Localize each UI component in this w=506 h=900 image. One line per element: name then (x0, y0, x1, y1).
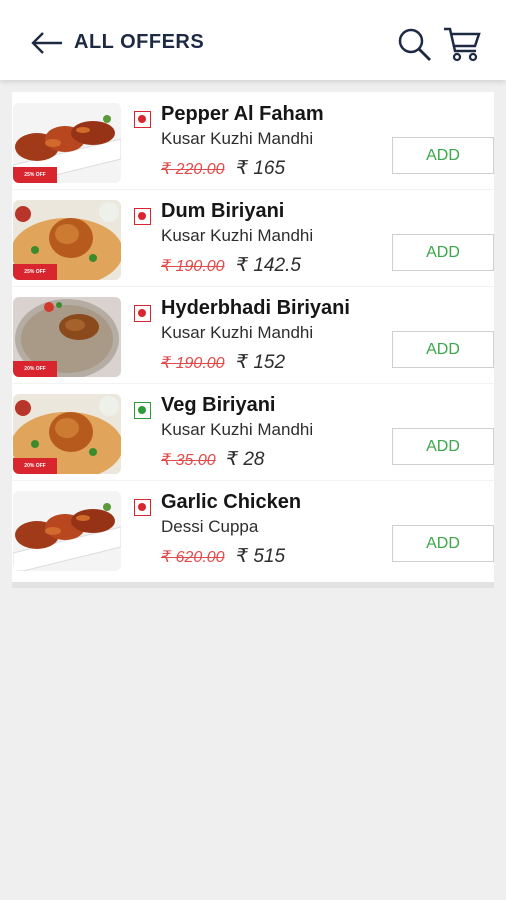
app-header: ALL OFFERS (0, 0, 506, 80)
list-item[interactable]: Garlic Chicken Dessi Cuppa ₹ 620.00 ₹ 51… (12, 480, 494, 577)
item-name: Garlic Chicken (161, 491, 302, 513)
original-price: ₹ 35.00 (161, 452, 216, 469)
item-name: Pepper Al Faham (161, 103, 324, 125)
item-name: Hyderbhadi Biriyani (161, 297, 350, 319)
non-veg-icon (134, 305, 151, 322)
add-button[interactable]: ADD (392, 137, 494, 174)
non-veg-icon (134, 111, 151, 128)
original-price: ₹ 190.00 (161, 355, 225, 372)
offer-price: ₹ 165 (236, 158, 286, 179)
list-item[interactable]: 20% OFF Hyderbhadi Biriyani Kusar Kuzhi … (12, 286, 494, 383)
search-icon (398, 28, 431, 61)
list-divider (12, 582, 494, 588)
offer-price: ₹ 142.5 (236, 255, 301, 276)
veg-icon (134, 402, 151, 419)
restaurant-name: Kusar Kuzhi Mandhi (161, 420, 314, 439)
food-image: 25% OFF (13, 103, 121, 183)
original-price: ₹ 620.00 (161, 549, 225, 566)
add-button[interactable]: ADD (392, 525, 494, 562)
add-button[interactable]: ADD (392, 331, 494, 368)
original-price: ₹ 190.00 (161, 258, 225, 275)
offer-price: ₹ 515 (236, 546, 286, 567)
restaurant-name: Dessi Cuppa (161, 517, 259, 536)
item-name: Dum Biriyani (161, 200, 285, 222)
restaurant-name: Kusar Kuzhi Mandhi (161, 129, 314, 148)
food-image: 20% OFF (13, 394, 121, 474)
arrow-left-icon (31, 32, 62, 54)
back-button[interactable] (30, 28, 64, 58)
list-item[interactable]: 25% OFF Dum Biriyani Kusar Kuzhi Mandhi … (12, 189, 494, 286)
offer-badge: 20% OFF (13, 458, 57, 474)
cart-icon (444, 27, 481, 62)
list-item[interactable]: 20% OFF Veg Biriyani Kusar Kuzhi Mandhi … (12, 383, 494, 480)
offer-badge: 25% OFF (13, 264, 57, 280)
offer-price: ₹ 28 (226, 449, 265, 470)
page-title: ALL OFFERS (74, 31, 205, 53)
item-name: Veg Biriyani (161, 394, 276, 416)
add-button[interactable]: ADD (392, 234, 494, 271)
restaurant-name: Kusar Kuzhi Mandhi (161, 226, 314, 245)
food-image: 20% OFF (13, 297, 121, 377)
food-image (13, 491, 121, 571)
original-price: ₹ 220.00 (161, 161, 225, 178)
offer-badge: 20% OFF (13, 361, 57, 377)
offer-list: 25% OFF Pepper Al Faham Kusar Kuzhi Mand… (12, 92, 494, 588)
offer-badge: 25% OFF (13, 167, 57, 183)
search-button[interactable] (396, 26, 432, 62)
food-image: 25% OFF (13, 200, 121, 280)
list-item[interactable]: 25% OFF Pepper Al Faham Kusar Kuzhi Mand… (12, 92, 494, 189)
non-veg-icon (134, 208, 151, 225)
add-button[interactable]: ADD (392, 428, 494, 465)
offer-price: ₹ 152 (236, 352, 286, 373)
restaurant-name: Kusar Kuzhi Mandhi (161, 323, 314, 342)
non-veg-icon (134, 499, 151, 516)
cart-button[interactable] (442, 24, 482, 64)
